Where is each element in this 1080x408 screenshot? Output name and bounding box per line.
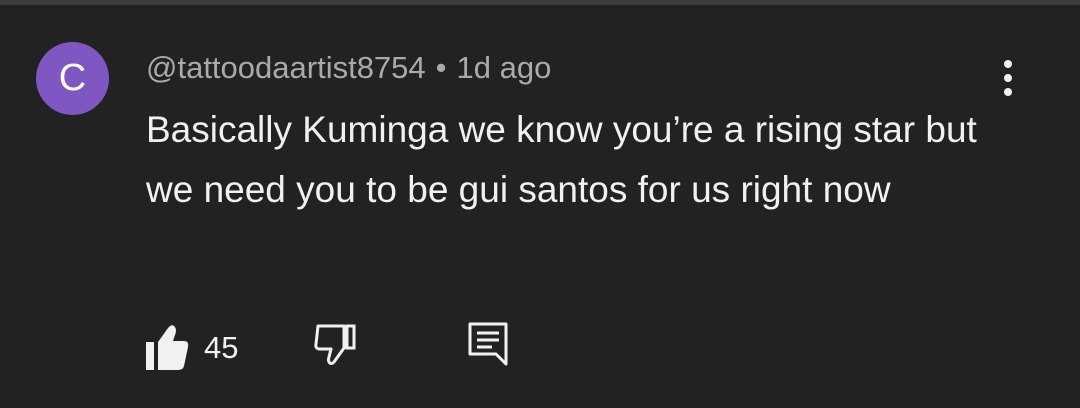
thumb-up-icon xyxy=(146,325,189,370)
comment-icon xyxy=(468,322,508,366)
thumb-down-icon xyxy=(314,324,356,365)
avatar-letter: C xyxy=(58,56,87,99)
timestamp: 1d ago xyxy=(456,50,552,85)
more-options-button[interactable] xyxy=(986,56,1030,100)
like-button[interactable] xyxy=(144,318,190,376)
reply-button[interactable] xyxy=(466,318,514,376)
dislike-button[interactable] xyxy=(312,318,360,376)
avatar[interactable]: C xyxy=(36,42,109,115)
meta-separator: • xyxy=(435,50,447,85)
author-handle[interactable]: @tattoodaartist8754 xyxy=(146,50,426,85)
top-divider xyxy=(0,0,1080,5)
comment-meta: @tattoodaartist8754 • 1d ago xyxy=(146,46,551,90)
more-vert-icon xyxy=(1004,60,1012,96)
like-count: 45 xyxy=(204,330,239,365)
comment-text: Basically Kuminga we know you’re a risin… xyxy=(146,109,977,210)
